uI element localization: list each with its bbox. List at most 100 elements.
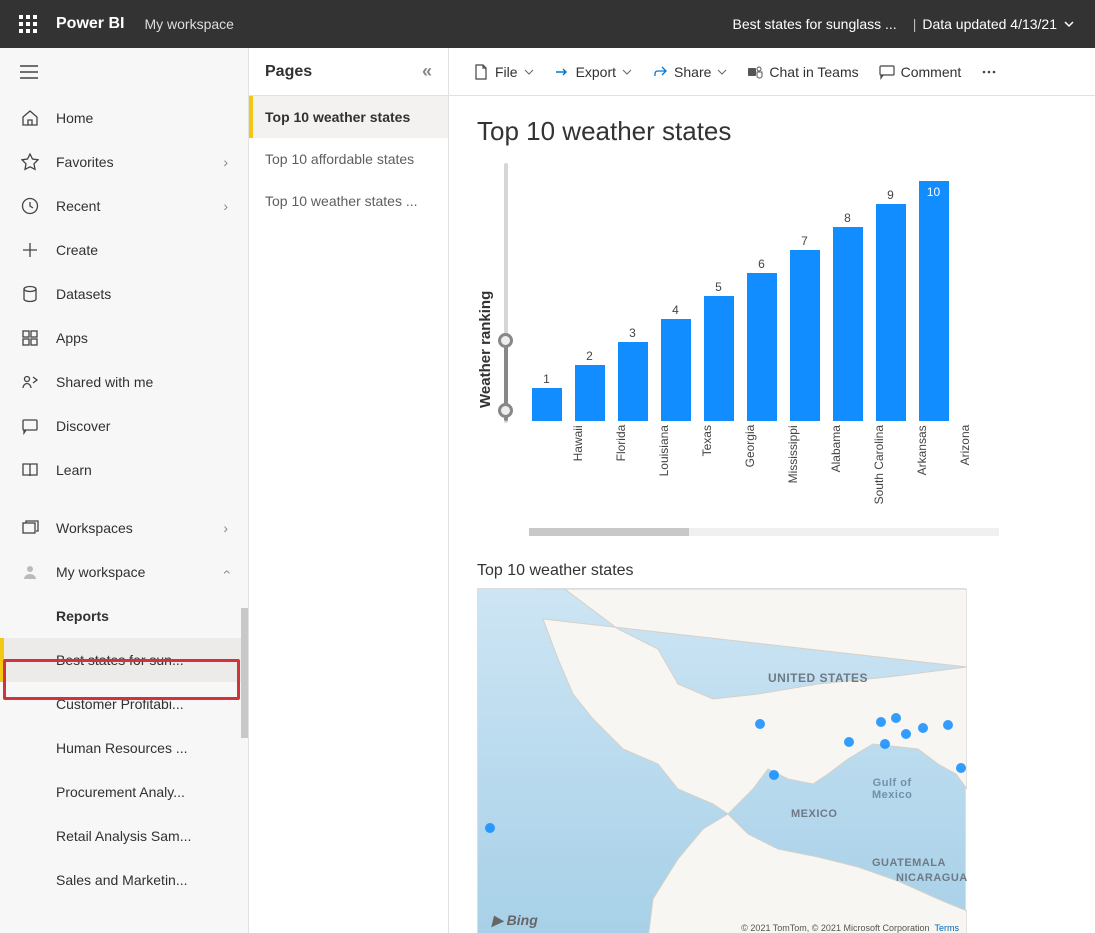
file-icon: [473, 64, 489, 80]
report-label: Procurement Analy...: [56, 784, 185, 800]
nav-item-recent[interactable]: Recent›: [0, 184, 248, 228]
chat-teams-button[interactable]: Chat in Teams: [739, 58, 866, 86]
nav-label: Apps: [56, 330, 88, 346]
nav-item-discover[interactable]: Discover: [0, 404, 248, 448]
nav-item-workspaces[interactable]: Workspaces›: [0, 506, 248, 550]
pages-header: Pages «: [249, 48, 448, 96]
report-item-procurement[interactable]: Procurement Analy...: [0, 770, 248, 814]
x-label: South Carolina: [872, 425, 907, 506]
bar-mississippi[interactable]: 6: [744, 257, 779, 421]
data-updated-button[interactable]: Data updated 4/13/21: [922, 16, 1075, 32]
report-item-retail[interactable]: Retail Analysis Sam...: [0, 814, 248, 858]
chevron-right-icon: ›: [223, 154, 228, 170]
collapse-pages-icon[interactable]: «: [422, 61, 432, 82]
page-title: Top 10 weather states: [477, 116, 1075, 147]
slider-handle-top[interactable]: [498, 333, 513, 348]
bar-value-label: 2: [586, 349, 593, 363]
reports-header: Reports: [0, 594, 248, 638]
workspace-name[interactable]: My workspace: [144, 16, 233, 32]
nav-item-create[interactable]: Create: [0, 228, 248, 272]
bar-south-carolina[interactable]: 8: [830, 211, 865, 421]
chevron-up-icon: ›: [218, 570, 234, 575]
y-axis-label: Weather ranking: [477, 239, 494, 459]
bar-georgia[interactable]: 5: [701, 280, 736, 421]
map-label-gulf: Gulf of Mexico: [872, 777, 912, 801]
nav-item-favorites[interactable]: Favorites›: [0, 140, 248, 184]
bar-rect: [704, 296, 734, 421]
nav-item-learn[interactable]: Learn: [0, 448, 248, 492]
person-share-icon: [20, 372, 40, 392]
bing-logo: ▶ Bing: [492, 912, 538, 929]
page-item-weather2[interactable]: Top 10 weather states ...: [249, 180, 448, 222]
separator: |: [913, 16, 917, 32]
bar-florida[interactable]: 2: [572, 349, 607, 421]
bar-value-label: 9: [887, 188, 894, 202]
share-button[interactable]: Share: [644, 58, 735, 86]
nav-item-my-workspace[interactable]: My workspace›: [0, 550, 248, 594]
bar-alabama[interactable]: 7: [787, 234, 822, 421]
person-icon: [20, 562, 40, 582]
nav-item-home[interactable]: Home: [0, 96, 248, 140]
x-label: Hawaii: [571, 425, 606, 506]
nav-collapse-button[interactable]: [0, 48, 248, 96]
bar-value-label: 10: [927, 185, 940, 199]
nav-label: Datasets: [56, 286, 111, 302]
chat-icon: [20, 416, 40, 436]
bar-arizona[interactable]: 10: [916, 185, 951, 421]
slider-handle-bottom[interactable]: [498, 403, 513, 418]
report-item-customer[interactable]: Customer Profitabi...: [0, 682, 248, 726]
app-launcher-icon[interactable]: [8, 0, 48, 48]
bar-value-label: 8: [844, 211, 851, 225]
bar-rect: [747, 273, 777, 421]
comment-button[interactable]: Comment: [871, 58, 970, 86]
report-item-hr[interactable]: Human Resources ...: [0, 726, 248, 770]
left-nav: Home Favorites› Recent› Create Datasets …: [0, 48, 249, 933]
bar-value-label: 4: [672, 303, 679, 317]
file-label: File: [495, 64, 518, 80]
app-name: Power BI: [56, 15, 124, 33]
x-label: Texas: [700, 425, 735, 506]
report-toolbar: File Export Share Chat in Teams Comment: [449, 48, 1095, 96]
bar-arkansas[interactable]: 9: [873, 188, 908, 421]
report-canvas: Top 10 weather states Weather ranking 1 2…: [449, 96, 1095, 933]
horizontal-scrollbar[interactable]: [529, 528, 999, 536]
bar-louisiana[interactable]: 3: [615, 326, 650, 421]
export-button[interactable]: Export: [546, 58, 640, 86]
x-label: Florida: [614, 425, 649, 506]
report-item-sales[interactable]: Sales and Marketin...: [0, 858, 248, 902]
bar-texas[interactable]: 4: [658, 303, 693, 421]
x-label: Louisiana: [657, 425, 692, 506]
report-label: Human Resources ...: [56, 740, 188, 756]
nav-item-datasets[interactable]: Datasets: [0, 272, 248, 316]
nav-label: Discover: [56, 418, 110, 434]
pages-panel: Pages « Top 10 weather states Top 10 aff…: [249, 48, 449, 933]
x-label: Mississippi: [786, 425, 821, 506]
map-label-guatemala: GUATEMALA: [872, 857, 946, 869]
bar-hawaii[interactable]: 1: [529, 372, 564, 421]
nav-label: Home: [56, 110, 93, 126]
cylinder-icon: [20, 284, 40, 304]
bar-rect: [833, 227, 863, 421]
clock-icon: [20, 196, 40, 216]
bar-rect: [618, 342, 648, 421]
map-label-us: UNITED STATES: [768, 672, 868, 685]
more-button[interactable]: [973, 58, 1005, 86]
file-button[interactable]: File: [465, 58, 542, 86]
report-item-best-states[interactable]: Best states for sun...: [0, 638, 248, 682]
chevron-down-icon: [1063, 18, 1075, 30]
comment-label: Comment: [901, 64, 962, 80]
nav-label: Shared with me: [56, 374, 153, 390]
page-item-affordable[interactable]: Top 10 affordable states: [249, 138, 448, 180]
x-label: Arizona: [958, 425, 993, 506]
bar-chart[interactable]: Weather ranking 1 2 3 4 56 7 8 9 10 HawaiiFlorid…: [477, 161, 1075, 536]
range-slider[interactable]: [496, 163, 514, 423]
breadcrumb[interactable]: Best states for sunglass ...: [733, 16, 897, 32]
chat-label: Chat in Teams: [769, 64, 858, 80]
bar-value-label: 7: [801, 234, 808, 248]
nav-item-apps[interactable]: Apps: [0, 316, 248, 360]
terms-link[interactable]: Terms: [935, 923, 960, 933]
page-item-weather[interactable]: Top 10 weather states: [249, 96, 448, 138]
scrollbar[interactable]: [241, 608, 248, 738]
map-visual[interactable]: UNITED STATES MEXICO Gulf of Mexico GUAT…: [477, 588, 966, 933]
nav-item-shared[interactable]: Shared with me: [0, 360, 248, 404]
